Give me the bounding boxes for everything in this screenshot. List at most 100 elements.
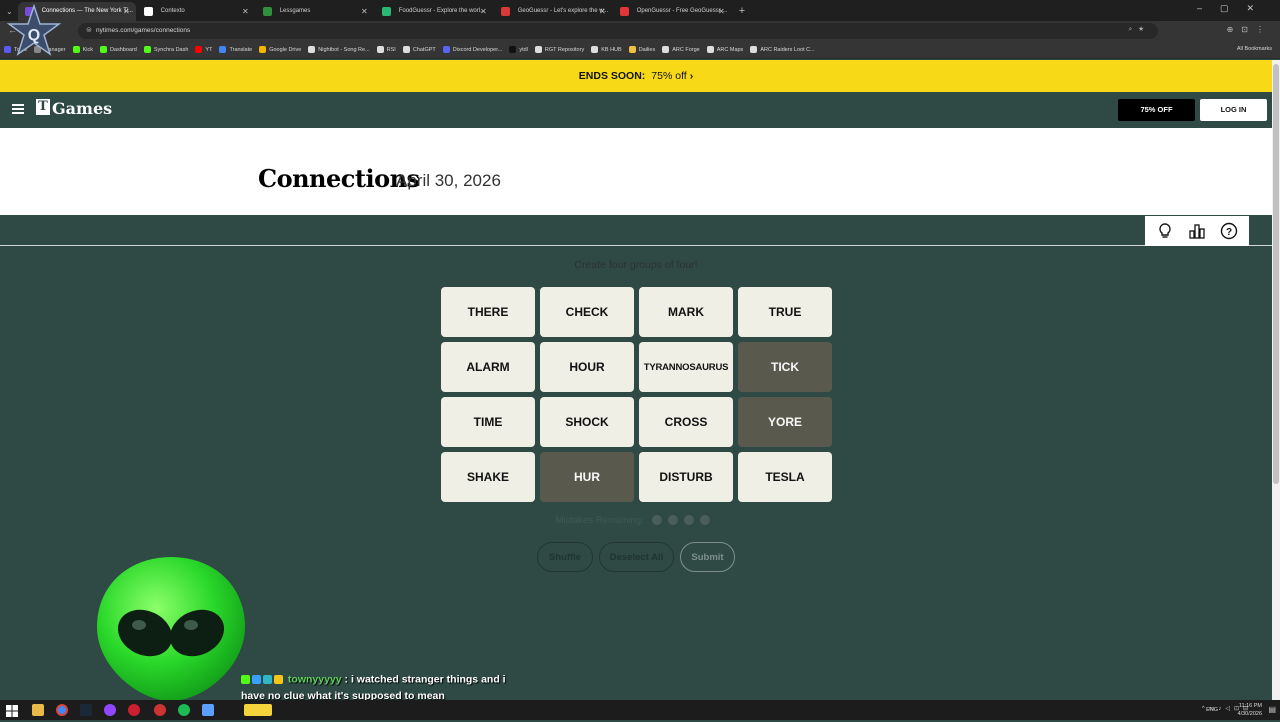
word-tile[interactable]: CROSS	[639, 397, 733, 447]
tab-close-icon[interactable]: ✕	[480, 2, 487, 21]
word-tile[interactable]: TESLA	[738, 452, 832, 502]
promo-banner[interactable]: ENDS SOON: 75% off ›	[0, 60, 1272, 92]
browser-tab[interactable]: Contexto ✕	[137, 2, 255, 21]
bookmark-item[interactable]: Kick	[72, 46, 93, 53]
tab-title: GeoGuessr - Let's explore the w...	[517, 8, 609, 14]
tab-favicon-icon	[619, 7, 629, 16]
bookmark-favicon-icon	[99, 46, 107, 53]
subscribe-button[interactable]: 75% OFF	[1118, 99, 1195, 121]
opera-icon[interactable]	[128, 704, 140, 716]
bookmark-label: YT	[205, 46, 213, 53]
alien-emoji-avatar	[97, 557, 245, 701]
bookmark-favicon-icon	[143, 46, 151, 53]
bookmark-star-icon[interactable]: ⌕★	[1128, 26, 1150, 34]
lightbulb-icon[interactable]	[1156, 222, 1174, 240]
window-controls[interactable]: –▢✕	[1197, 3, 1272, 14]
scroll-thumb[interactable]	[1273, 64, 1279, 484]
browser-tab[interactable]: OpenGuessr - Free GeoGuessr ... ✕	[613, 2, 731, 21]
clock-date: 4/30/2026	[1237, 711, 1262, 717]
url-box[interactable]: ⊜ nytimes.com/games/connections ⌕★	[78, 23, 1158, 39]
taskbar-clock[interactable]: 11:16 PM 4/30/2026	[1238, 702, 1262, 718]
taxi-app-icon[interactable]	[244, 704, 272, 716]
app-icon-red[interactable]	[154, 704, 166, 716]
bookmark-item[interactable]: Dailies	[628, 46, 655, 53]
help-icon[interactable]: ?	[1220, 222, 1238, 240]
bookmark-label: ChatGPT	[412, 46, 436, 53]
submit-button[interactable]: Submit	[680, 542, 735, 572]
tab-close-icon[interactable]: ✕	[599, 2, 606, 21]
tab-title: Contexto	[160, 8, 185, 14]
stream-star-logo-icon: Q	[6, 4, 62, 56]
chrome-icon[interactable]	[56, 704, 68, 716]
word-tile[interactable]: MARK	[639, 287, 733, 337]
obs-icon[interactable]	[104, 704, 116, 716]
file-explorer-icon[interactable]	[32, 704, 44, 716]
tab-close-icon[interactable]: ✕	[123, 2, 130, 21]
bookmark-item[interactable]: KB HUB	[591, 46, 622, 53]
all-bookmarks-button[interactable]: All Bookmarks	[1237, 46, 1272, 52]
bookmark-item[interactable]: RSI	[376, 46, 396, 53]
bookmark-label: ARC Maps	[716, 46, 744, 53]
tab-favicon-icon	[143, 7, 153, 16]
browser-tab[interactable]: GeoGuessr - Let's explore the w... ✕	[494, 2, 612, 21]
bookmark-item[interactable]: ChatGPT	[402, 46, 436, 53]
bookmark-item[interactable]: ARC Forge	[662, 46, 700, 53]
bookmark-item[interactable]: ARC Raiders Loot C...	[750, 46, 815, 53]
bookmark-favicon-icon	[534, 46, 542, 53]
extensions-icons[interactable]: ⊕⊡⋮	[1227, 25, 1272, 34]
nyt-t-logo-icon: T	[36, 99, 50, 115]
steam-icon[interactable]	[80, 704, 92, 716]
browser-tab[interactable]: FoodGuessr - Explore the worl... ✕	[375, 2, 493, 21]
word-tile[interactable]: TIME	[441, 397, 535, 447]
deselect-all-button[interactable]: Deselect All	[599, 542, 674, 572]
word-tile[interactable]: TICK	[738, 342, 832, 392]
bookmark-item[interactable]: ARC Maps	[706, 46, 744, 53]
word-tile[interactable]: CHECK	[540, 287, 634, 337]
chat-badge-icon	[241, 674, 250, 684]
bookmark-favicon-icon	[402, 46, 410, 53]
nyt-games-logo[interactable]: T Games	[36, 99, 112, 118]
tab-close-icon[interactable]: ✕	[718, 2, 725, 21]
tab-close-icon[interactable]: ✕	[242, 2, 249, 21]
page-scrollbar[interactable]	[1272, 60, 1280, 700]
word-tile[interactable]: SHOCK	[540, 397, 634, 447]
url-text[interactable]: nytimes.com/games/connections	[96, 27, 190, 34]
word-tile[interactable]: TYRANNOSAURUS	[639, 342, 733, 392]
spotify-icon[interactable]	[178, 704, 190, 716]
word-tile[interactable]: TRUE	[738, 287, 832, 337]
word-tile[interactable]: YORE	[738, 397, 832, 447]
bookmark-item[interactable]: Translate	[219, 46, 252, 53]
bookmark-item[interactable]: Discord Developer...	[442, 46, 502, 53]
word-tile[interactable]: HOUR	[540, 342, 634, 392]
bookmark-item[interactable]: RGT Repository	[534, 46, 585, 53]
browser-tab[interactable]: Lessgames ✕	[256, 2, 374, 21]
language-indicator[interactable]: ENG	[1206, 707, 1218, 713]
promo-label: ENDS SOON:	[578, 70, 646, 82]
word-tile[interactable]: SHAKE	[441, 452, 535, 502]
toolbar-icons: ?	[1145, 216, 1249, 246]
word-tile[interactable]: ALARM	[441, 342, 535, 392]
login-button[interactable]: LOG IN	[1200, 99, 1267, 121]
chat-badges	[241, 671, 285, 688]
bookmark-item[interactable]: YT	[195, 46, 212, 53]
bookmark-favicon-icon	[195, 46, 203, 53]
stats-icon[interactable]	[1188, 222, 1206, 240]
new-tab-button[interactable]: +	[739, 2, 745, 21]
bookmark-item[interactable]: Nightbot - Song Re...	[308, 46, 370, 53]
word-tile[interactable]: HUR	[540, 452, 634, 502]
bookmark-item[interactable]: ytdl	[509, 46, 528, 53]
windows-start-icon[interactable]	[6, 704, 18, 717]
app-icon-blue[interactable]	[202, 704, 214, 716]
hamburger-menu-icon[interactable]	[12, 104, 24, 114]
word-tile[interactable]: THERE	[441, 287, 535, 337]
notification-icon[interactable]: ▤	[1268, 705, 1276, 714]
word-tile[interactable]: DISTURB	[639, 452, 733, 502]
site-info-icon[interactable]: ⊜	[86, 26, 92, 34]
shuffle-button[interactable]: Shuffle	[537, 542, 593, 572]
bookmark-item[interactable]: Google Drive	[259, 46, 301, 53]
bookmark-item[interactable]: Dashboard	[99, 46, 137, 53]
bookmark-favicon-icon	[662, 46, 670, 53]
tab-close-icon[interactable]: ✕	[361, 2, 368, 21]
bookmark-item[interactable]: Synchra Dash	[143, 46, 188, 53]
bookmark-label: RGT Repository	[544, 46, 585, 53]
